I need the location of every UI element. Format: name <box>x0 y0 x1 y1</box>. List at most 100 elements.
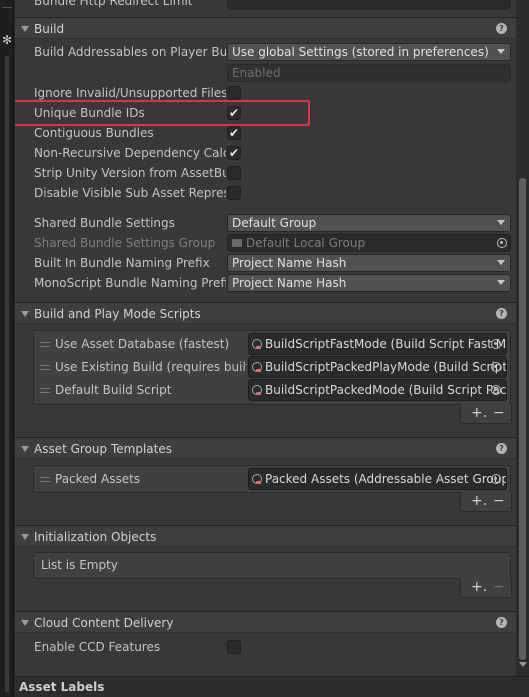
dropdown-value: Use global Settings (stored in preferenc… <box>232 45 489 59</box>
row-build-on-player: Build Addressables on Player Build Use g… <box>15 42 516 62</box>
left-gutter: ✻ <box>0 0 14 697</box>
list-item[interactable]: Packed Assets Packed Assets (Addressable… <box>34 468 510 491</box>
vertical-scrollbar[interactable] <box>516 0 529 676</box>
monoscript-naming-label: MonoScript Bundle Naming Prefix <box>34 276 226 290</box>
row-strip-unity-version: Strip Unity Version from AssetBundles <box>15 163 516 183</box>
ignore-invalid-checkbox[interactable] <box>227 86 241 100</box>
row-shared-bundle-settings: Shared Bundle Settings Default Group <box>15 213 516 233</box>
asset-group-templates-list: Packed Assets Packed Assets (Addressable… <box>33 465 511 493</box>
asset-labels-bar[interactable]: Asset Labels <box>15 676 529 697</box>
build-play-mode-list-footer: +. − <box>460 404 512 424</box>
object-value: BuildScriptPackedMode (Build Script Pack… <box>265 383 507 397</box>
shared-bundle-group-label: Shared Bundle Settings Group <box>34 236 216 250</box>
foldout-arrow-icon <box>21 620 29 626</box>
list-item-object-field[interactable]: BuildScriptPackedPlayMode (Build Script … <box>248 356 507 378</box>
initialization-objects-list-footer: +. − <box>460 578 512 598</box>
disable-visible-sub-checkbox[interactable] <box>227 186 241 200</box>
list-item[interactable]: Default Build Script BuildScriptPackedMo… <box>34 379 510 402</box>
section-header-build-play-mode[interactable]: Build and Play Mode Scripts ? <box>15 302 516 324</box>
builtin-naming-dropdown[interactable]: Project Name Hash <box>227 254 511 272</box>
http-redirect-limit-field[interactable] <box>227 0 511 10</box>
list-item-label: Use Asset Database (fastest) <box>55 337 230 351</box>
remove-item-button: − <box>493 579 505 595</box>
build-on-player-dropdown[interactable]: Use global Settings (stored in preferenc… <box>227 43 511 61</box>
foldout-arrow-icon <box>21 26 29 32</box>
object-value: Default Local Group <box>246 236 366 250</box>
row-shared-bundle-group: Shared Bundle Settings Group Default Loc… <box>15 233 516 253</box>
section-header-build[interactable]: Build ? <box>15 17 516 39</box>
scriptable-object-icon <box>252 339 262 349</box>
list-item-object-field[interactable]: Packed Assets (Addressable Asset Group T… <box>248 468 507 490</box>
help-icon[interactable]: ? <box>496 443 507 454</box>
row-http-redirect-limit: Bundle Http Redirect Limit <box>15 0 516 11</box>
list-item-object-field[interactable]: BuildScriptPackedMode (Build Script Pack… <box>248 379 507 401</box>
row-monoscript-naming: MonoScript Bundle Naming Prefix Project … <box>15 273 516 293</box>
inspector-panel: Bundle Http Redirect Limit Build ? Build… <box>15 0 516 676</box>
section-title: Build <box>34 22 65 36</box>
contiguous-bundles-label: Contiguous Bundles <box>34 126 154 140</box>
object-picker-icon[interactable] <box>491 474 501 484</box>
initialization-objects-list: List is Empty <box>33 552 511 579</box>
add-item-button[interactable]: +. <box>471 578 487 596</box>
dropdown-arrow-icon <box>497 49 505 54</box>
foldout-arrow-icon <box>21 446 29 452</box>
enable-ccd-checkbox[interactable] <box>227 640 241 654</box>
scriptable-object-icon <box>252 362 262 372</box>
strip-unity-version-checkbox[interactable] <box>227 166 241 180</box>
row-disable-visible-sub: Disable Visible Sub Asset Representation… <box>15 183 516 203</box>
section-header-initialization-objects[interactable]: Initialization Objects <box>15 525 516 547</box>
build-on-player-enabled-field: Enabled <box>227 64 511 82</box>
list-item-label: Default Build Script <box>55 383 172 397</box>
section-header-asset-group-templates[interactable]: Asset Group Templates ? <box>15 437 516 459</box>
scroll-down-arrow-icon[interactable] <box>519 662 527 667</box>
dropdown-value: Project Name Hash <box>232 276 347 290</box>
shared-bundle-settings-label: Shared Bundle Settings <box>34 216 175 230</box>
drag-handle-icon[interactable] <box>40 388 50 393</box>
object-picker-icon[interactable] <box>491 362 501 372</box>
list-item-object-field[interactable]: BuildScriptFastMode (Build Script Fast M… <box>248 333 507 355</box>
gutter-tab-icon <box>2 0 12 8</box>
monoscript-naming-dropdown[interactable]: Project Name Hash <box>227 274 511 292</box>
object-value: BuildScriptPackedPlayMode (Build Script … <box>265 360 507 374</box>
http-redirect-limit-label: Bundle Http Redirect Limit <box>34 0 193 8</box>
bug-icon[interactable]: ✻ <box>0 33 14 47</box>
build-play-mode-list: Use Asset Database (fastest) BuildScript… <box>33 330 511 405</box>
scriptable-object-icon <box>252 385 262 395</box>
non-recursive-checkbox[interactable]: ✔ <box>227 146 241 160</box>
help-icon[interactable]: ? <box>496 308 507 319</box>
object-picker-icon[interactable] <box>491 339 501 349</box>
shared-bundle-settings-dropdown[interactable]: Default Group <box>227 214 511 232</box>
section-title: Initialization Objects <box>34 530 157 544</box>
help-icon[interactable]: ? <box>496 617 507 628</box>
list-item-label: Packed Assets <box>55 472 141 486</box>
drag-handle-icon[interactable] <box>40 477 50 482</box>
add-item-button[interactable]: +. <box>471 492 487 510</box>
drag-handle-icon[interactable] <box>40 365 50 370</box>
enable-ccd-label: Enable CCD Features <box>34 640 161 654</box>
row-enable-ccd: Enable CCD Features <box>15 637 516 657</box>
foldout-arrow-icon <box>21 534 29 540</box>
drag-handle-icon[interactable] <box>40 342 50 347</box>
highlight-annotation-box <box>15 100 310 126</box>
add-item-button[interactable]: +. <box>471 404 487 422</box>
disable-visible-sub-label: Disable Visible Sub Asset Representation… <box>34 186 226 200</box>
dropdown-arrow-icon <box>497 220 505 225</box>
section-title: Cloud Content Delivery <box>34 616 174 630</box>
remove-item-button[interactable]: − <box>493 492 505 510</box>
non-recursive-label: Non-Recursive Dependency Calculation <box>34 146 226 160</box>
shared-bundle-group-field[interactable]: Default Local Group <box>227 234 511 252</box>
section-header-ccd[interactable]: Cloud Content Delivery ? <box>15 611 516 633</box>
object-value: BuildScriptFastMode (Build Script Fast M… <box>265 337 507 351</box>
list-item[interactable]: Use Asset Database (fastest) BuildScript… <box>34 333 510 356</box>
remove-item-button[interactable]: − <box>493 404 505 422</box>
foldout-arrow-icon <box>21 311 29 317</box>
help-icon[interactable]: ? <box>496 23 507 34</box>
object-value: Packed Assets (Addressable Asset Group T… <box>265 472 507 486</box>
object-picker-icon[interactable] <box>491 385 501 395</box>
scrollbar-thumb[interactable] <box>519 178 526 660</box>
folder-icon <box>232 239 242 247</box>
contiguous-bundles-checkbox[interactable]: ✔ <box>227 126 241 140</box>
object-picker-icon[interactable] <box>497 238 507 248</box>
list-item[interactable]: Use Existing Build (requires built group… <box>34 356 510 379</box>
dropdown-arrow-icon <box>497 280 505 285</box>
